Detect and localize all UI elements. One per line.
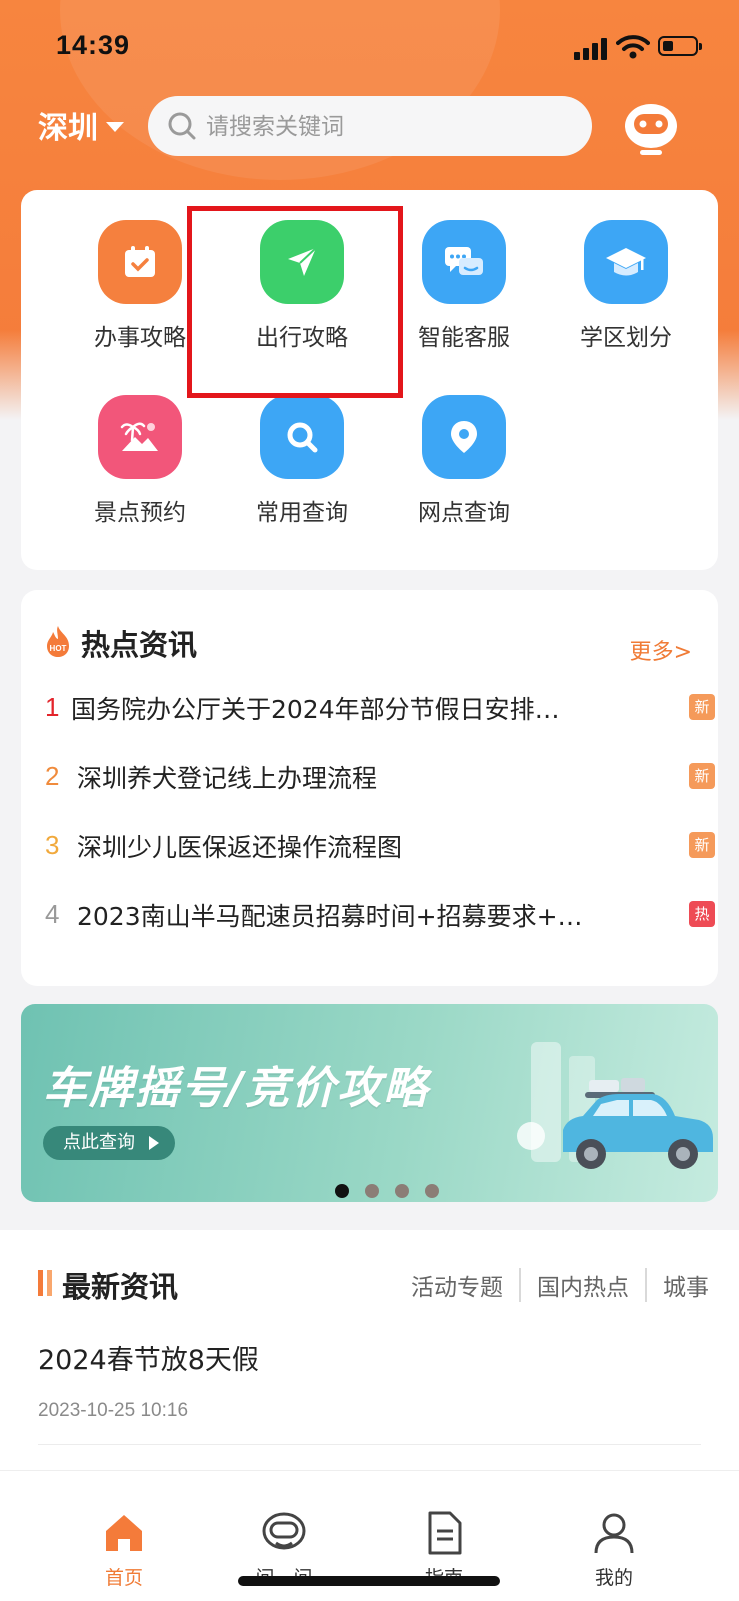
magnifier-icon	[260, 395, 344, 479]
news-tag-badge: 新	[689, 694, 715, 720]
service-label: 学区划分	[580, 325, 672, 351]
hot-news-card: HOT 热点资讯 更多> 1 国务院办公厅关于2024年部分节假日安排… 新 2…	[21, 590, 718, 986]
latest-news-section: 最新资讯 活动专题 国内热点 城事 2024春节放8天假 2023-10-25 …	[0, 1230, 739, 1470]
news-title: 深圳养犬登记线上办理流程	[77, 764, 378, 793]
latest-news-tabs: 活动专题 国内热点 城事	[395, 1268, 709, 1302]
tab-label: 我的	[594, 1567, 633, 1589]
service-item-customer-service[interactable]: 智能客服	[389, 190, 539, 351]
robot-icon	[262, 1512, 306, 1550]
tab-home[interactable]: 首页	[64, 1471, 184, 1601]
news-title: 深圳少儿医保返还操作流程图	[77, 833, 403, 862]
carousel-dot[interactable]	[335, 1184, 349, 1198]
service-label: 智能客服	[418, 325, 510, 351]
banner-title: 车牌摇号/竞价攻略	[43, 1063, 430, 1114]
tab-activity-topics[interactable]: 活动专题	[395, 1268, 519, 1302]
chat-bubbles-icon	[422, 220, 506, 304]
status-bar: 14:39	[0, 0, 739, 92]
news-tag-badge: 新	[689, 832, 715, 858]
carousel-dot[interactable]	[365, 1184, 379, 1198]
news-rank: 4	[45, 899, 60, 929]
tab-mine[interactable]: 我的	[554, 1471, 674, 1601]
service-label: 常用查询	[256, 500, 348, 526]
news-rank: 3	[45, 830, 60, 860]
wifi-icon	[616, 35, 650, 59]
service-label: 网点查询	[418, 500, 510, 526]
article-title[interactable]: 2024春节放8天假	[38, 1338, 259, 1377]
status-time: 14:39	[56, 30, 131, 60]
search-input[interactable]	[204, 106, 578, 148]
tab-domestic-hot[interactable]: 国内热点	[521, 1268, 645, 1302]
news-title: 国务院办公厅关于2024年部分节假日安排…	[71, 695, 560, 724]
city-label: 深圳	[38, 111, 98, 146]
news-item[interactable]: 3 深圳少儿医保返还操作流程图 新	[45, 828, 715, 868]
search-bar[interactable]	[148, 96, 592, 156]
promo-banner[interactable]: 车牌摇号/竞价攻略 点此查询	[21, 1004, 718, 1202]
news-tag-badge: 热	[689, 901, 715, 927]
palm-tree-icon	[98, 395, 182, 479]
home-indicator	[238, 1576, 500, 1586]
news-item[interactable]: 4 2023南山半马配速员招募时间+招募要求+… 热	[45, 897, 715, 937]
service-item-school-district[interactable]: 学区划分	[551, 190, 701, 351]
news-item[interactable]: 1 国务院办公厅关于2024年部分节假日安排… 新	[45, 690, 715, 730]
news-title: 2023南山半马配速员招募时间+招募要求+…	[77, 902, 583, 931]
hot-news-title: 热点资讯	[81, 628, 198, 662]
car-illustration-icon	[517, 1042, 713, 1169]
user-icon	[594, 1513, 634, 1554]
location-pin-icon	[422, 395, 506, 479]
calendar-check-icon	[98, 220, 182, 304]
carousel-dots	[335, 1184, 439, 1198]
service-item-outlet-query[interactable]: 网点查询	[389, 365, 539, 526]
fire-hot-icon: HOT	[47, 626, 69, 657]
news-tag-badge: 新	[689, 763, 715, 789]
home-icon	[106, 1515, 142, 1551]
svg-text:HOT: HOT	[50, 644, 67, 653]
more-link[interactable]: 更多>	[630, 634, 692, 666]
city-selector[interactable]: 深圳	[38, 103, 124, 147]
highlight-box	[187, 206, 403, 398]
carousel-dot[interactable]	[425, 1184, 439, 1198]
document-icon	[428, 1511, 462, 1555]
battery-icon	[658, 36, 702, 56]
tab-city-affairs[interactable]: 城事	[647, 1268, 709, 1302]
section-marker	[47, 1270, 52, 1296]
carousel-dot[interactable]	[395, 1184, 409, 1198]
caret-down-icon	[106, 122, 124, 132]
divider	[38, 1444, 701, 1445]
latest-news-title: 最新资讯	[62, 1270, 179, 1304]
news-rank: 2	[45, 761, 60, 791]
robot-assistant-icon[interactable]	[620, 96, 682, 158]
section-marker	[38, 1270, 43, 1296]
banner-query-button[interactable]: 点此查询	[43, 1126, 175, 1160]
tab-label: 首页	[104, 1567, 143, 1589]
news-rank: 1	[45, 692, 60, 722]
graduation-cap-icon	[584, 220, 668, 304]
service-label: 景点预约	[94, 500, 186, 526]
search-icon	[168, 112, 196, 140]
article-timestamp: 2023-10-25 10:16	[38, 1400, 189, 1421]
cellular-signal-icon	[574, 38, 608, 60]
news-item[interactable]: 2 深圳养犬登记线上办理流程 新	[45, 759, 715, 799]
